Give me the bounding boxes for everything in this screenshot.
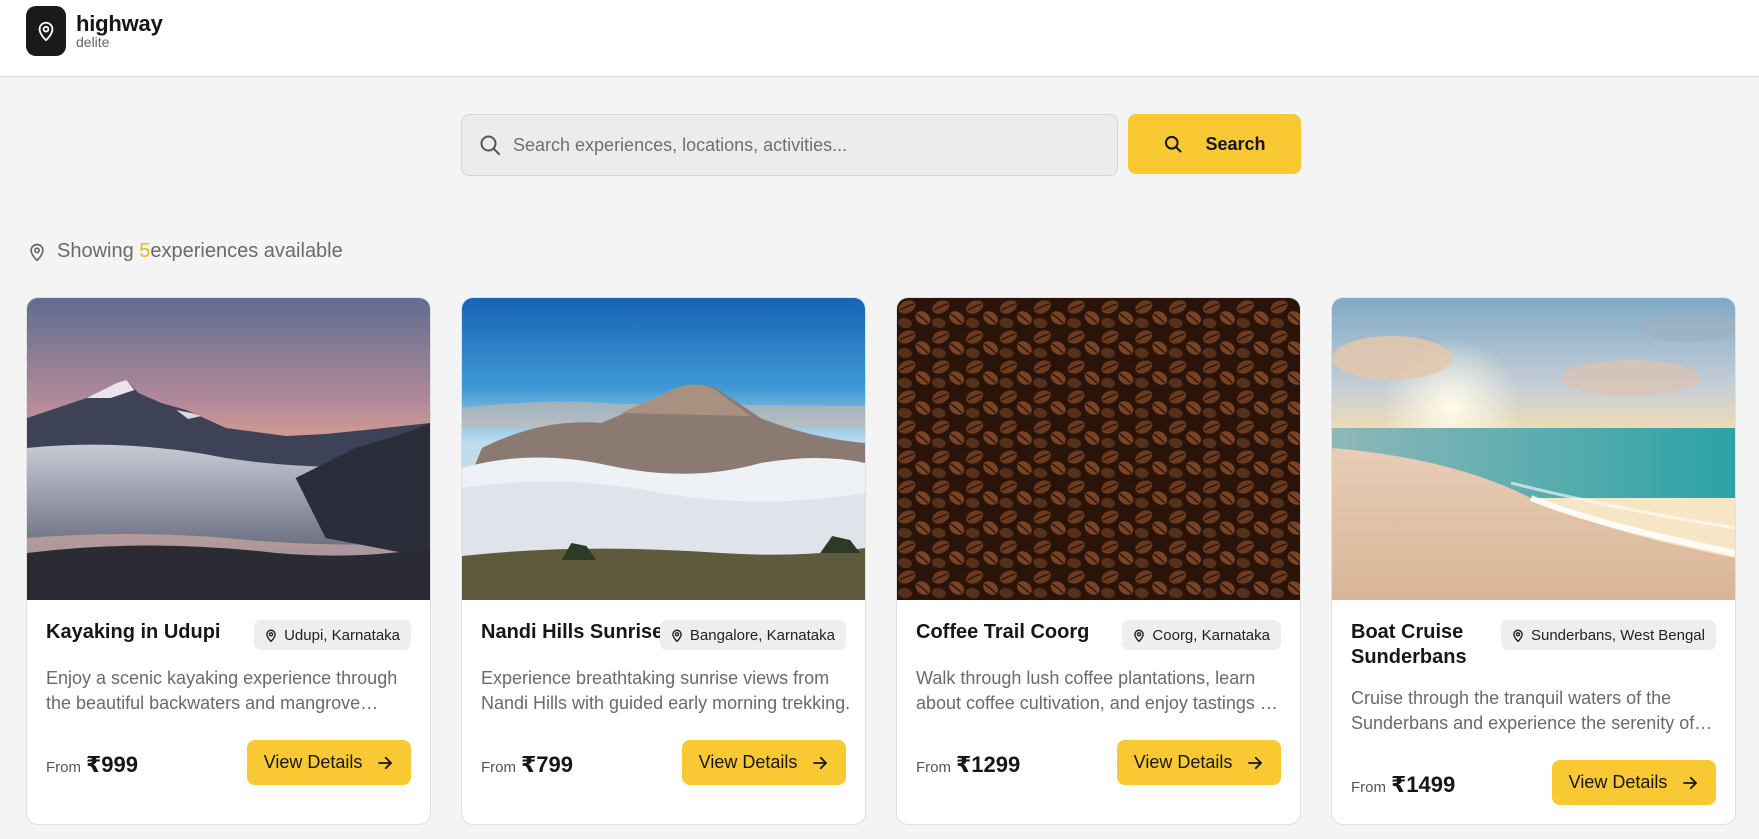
card-description: Cruise through the tranquil waters of th… bbox=[1351, 688, 1695, 733]
location-label: Udupi, Karnataka bbox=[284, 626, 400, 644]
arrow-right-icon bbox=[811, 754, 829, 772]
experience-card[interactable]: Nandi Hills Sunrise Bangalore, Karnataka… bbox=[461, 297, 866, 825]
view-details-button[interactable]: View Details bbox=[1552, 760, 1716, 805]
location-pin-logo-icon bbox=[26, 6, 66, 56]
location-label: Coorg, Karnataka bbox=[1152, 626, 1270, 644]
search-icon bbox=[478, 133, 502, 157]
card-title: Coffee Trail Coorg bbox=[916, 621, 1090, 643]
price-from-label: From bbox=[916, 759, 951, 776]
experience-card[interactable]: Kayaking in Udupi Udupi, Karnataka Enjoy… bbox=[26, 297, 431, 825]
view-details-label: View Details bbox=[1133, 752, 1233, 772]
view-details-label: View Details bbox=[698, 752, 798, 772]
location-badge: Sunderbans, West Bengal bbox=[1500, 620, 1716, 650]
price-from-label: From bbox=[46, 759, 81, 776]
top-header: highway delite bbox=[0, 0, 1759, 77]
view-details-label: View Details bbox=[1568, 772, 1668, 792]
card-image-coffee-beans bbox=[897, 298, 1300, 600]
view-details-button[interactable]: View Details bbox=[247, 740, 411, 785]
results-count: 5 bbox=[139, 240, 151, 262]
card-title: Boat Cruise Sunderbans bbox=[1351, 621, 1467, 668]
card-description: Experience breathtaking sunrise views fr… bbox=[481, 668, 851, 713]
location-pin-icon bbox=[670, 628, 684, 643]
brand-subtitle: delite bbox=[76, 34, 110, 50]
price-amount: ₹1299 bbox=[956, 752, 1021, 777]
brand-title: highway bbox=[76, 11, 163, 36]
location-pin-icon bbox=[264, 628, 278, 643]
card-description: Enjoy a scenic kayaking experience throu… bbox=[46, 668, 398, 713]
brand-logo[interactable]: highway delite bbox=[26, 6, 163, 56]
location-pin-icon bbox=[1132, 628, 1146, 643]
search-bar[interactable] bbox=[461, 114, 1118, 176]
card-price: From ₹999 bbox=[46, 752, 138, 778]
card-title: Kayaking in Udupi bbox=[46, 621, 221, 643]
view-details-button[interactable]: View Details bbox=[682, 740, 846, 785]
search-button[interactable]: Search bbox=[1128, 114, 1301, 174]
card-image-hills bbox=[462, 298, 865, 600]
price-amount: ₹1499 bbox=[1391, 772, 1456, 797]
price-amount: ₹999 bbox=[86, 752, 139, 777]
card-price: From ₹1299 bbox=[916, 752, 1020, 778]
experience-card[interactable]: Coffee Trail Coorg Coorg, Karnataka Walk… bbox=[896, 297, 1301, 825]
results-suffix: experiences available bbox=[150, 240, 343, 262]
location-badge: Udupi, Karnataka bbox=[254, 620, 411, 650]
card-price: From ₹799 bbox=[481, 752, 573, 778]
location-badge: Bangalore, Karnataka bbox=[659, 620, 846, 650]
card-title: Nandi Hills Sunrise bbox=[481, 621, 664, 643]
experience-card[interactable]: Boat Cruise Sunderbans Sunderbans, West … bbox=[1331, 297, 1736, 825]
search-input[interactable] bbox=[513, 115, 1117, 175]
card-image-mountains bbox=[27, 298, 430, 600]
card-image-beach bbox=[1332, 298, 1735, 600]
location-badge: Coorg, Karnataka bbox=[1122, 620, 1281, 650]
arrow-right-icon bbox=[1681, 774, 1699, 792]
results-summary: Showing 5 experiences available bbox=[27, 240, 343, 263]
arrow-right-icon bbox=[376, 754, 394, 772]
arrow-right-icon bbox=[1246, 754, 1264, 772]
card-price: From ₹1499 bbox=[1351, 772, 1455, 798]
location-label: Sunderbans, West Bengal bbox=[1530, 626, 1705, 644]
location-pin-icon bbox=[1511, 628, 1525, 643]
location-label: Bangalore, Karnataka bbox=[689, 626, 835, 644]
location-pin-icon bbox=[27, 241, 47, 263]
view-details-button[interactable]: View Details bbox=[1117, 740, 1281, 785]
results-prefix: Showing bbox=[57, 240, 140, 262]
search-button-label: Search bbox=[1205, 133, 1266, 154]
price-from-label: From bbox=[1351, 779, 1386, 796]
search-icon bbox=[1163, 134, 1183, 154]
price-from-label: From bbox=[481, 759, 516, 776]
view-details-label: View Details bbox=[263, 752, 363, 772]
card-description: Walk through lush coffee plantations, le… bbox=[916, 668, 1275, 713]
price-amount: ₹799 bbox=[521, 752, 574, 777]
